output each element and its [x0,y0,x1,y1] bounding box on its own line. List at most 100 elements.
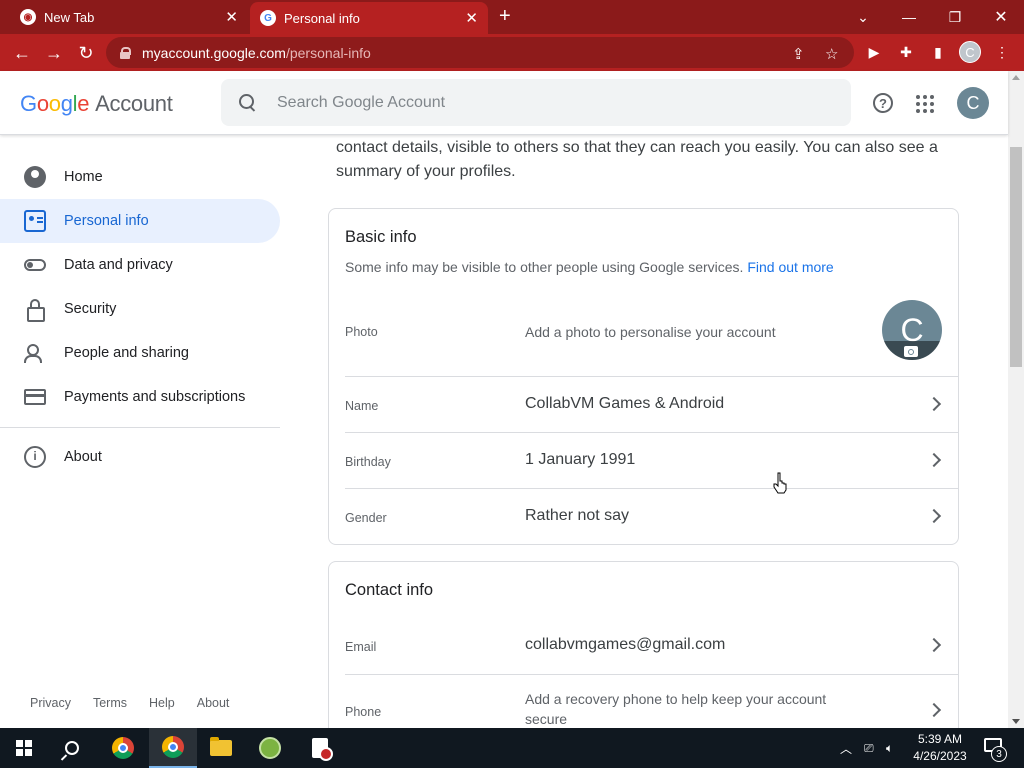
name-row[interactable]: Name CollabVM Games & Android [345,376,959,432]
birthday-row[interactable]: Birthday 1 January 1991 [345,432,959,488]
row-value: 1 January 1991 [525,451,636,468]
network-icon[interactable]: ⎚ [864,728,874,768]
account-circle-icon [24,166,46,188]
google-favicon-icon: G [260,10,276,26]
new-tab-button[interactable]: + [499,6,511,26]
sidebar-item-data-and-privacy[interactable]: Data and privacy [0,243,280,287]
forward-button[interactable]: → [42,41,66,65]
taskbar-search-button[interactable] [48,728,96,768]
address-bar[interactable]: myaccount.google.com/personal-info ⇪ ☆ [106,37,854,68]
row-value: CollabVM Games & Android [525,395,725,412]
taskbar: ︿ ⎚ 🔈︎ 5:39 AM 4/26/2023 3 [0,728,1024,768]
lock-icon [24,298,46,322]
sidebar-divider [0,427,280,428]
hand-cursor-icon [773,472,787,494]
search-icon[interactable] [239,93,257,112]
side-panel-icon[interactable]: ▮ [928,42,948,62]
tab-personal-info[interactable]: G Personal info ✕ [250,2,488,34]
close-window-button[interactable]: ✕ [978,0,1024,34]
taskbar-app-document[interactable] [296,728,344,768]
credit-card-icon [24,389,46,405]
footer-link-help[interactable]: Help [149,696,175,710]
person-card-icon [24,210,46,232]
reload-button[interactable]: ↻ [74,41,98,65]
search-input[interactable] [277,93,797,112]
profile-photo-avatar[interactable]: C [882,300,942,360]
tab-search-chevron-icon[interactable]: ⌄ [840,0,886,34]
volume-icon[interactable]: 🔈︎ [886,728,893,768]
chevron-right-icon [926,508,942,524]
back-button[interactable]: ← [10,41,34,65]
taskbar-app-green[interactable] [246,728,294,768]
system-clock[interactable]: 5:39 AM 4/26/2023 [907,731,973,765]
tab-strip: ◉ New Tab ✕ G Personal info ✕ + ⌄ — ❐ ✕ [0,0,1024,34]
row-label: Gender [345,511,387,525]
footer-link-about[interactable]: About [197,696,230,710]
sidebar-item-label: Payments and subscriptions [64,389,246,405]
taskbar-chrome-profile[interactable] [149,728,197,768]
find-out-more-link[interactable]: Find out more [747,259,833,275]
footer-link-privacy[interactable]: Privacy [30,696,71,710]
account-avatar[interactable]: C [957,87,989,119]
row-label: Birthday [345,455,391,469]
scrollbar-thumb[interactable] [1010,147,1022,367]
chrome-icon [112,737,134,759]
account-header: GoogleAccount ? C [0,71,1008,135]
footer-link-terms[interactable]: Terms [93,696,127,710]
row-value: Add a photo to personalise your account [525,324,776,340]
card-title: Basic info [345,228,417,246]
camera-icon [904,346,918,357]
people-icon [24,342,46,364]
sidebar-item-people-and-sharing[interactable]: People and sharing [0,331,280,375]
restore-button[interactable]: ❐ [932,0,978,34]
google-account-logo[interactable]: Google Account [20,91,173,117]
chevron-right-icon [926,452,942,468]
share-icon[interactable]: ⇪ [792,45,805,63]
sidebar-item-about[interactable]: About [0,435,280,479]
taskbar-chrome[interactable] [99,728,147,768]
email-row[interactable]: Email collabvmgames@gmail.com [345,618,959,674]
photo-row[interactable]: Photo Add a photo to personalise your ac… [345,293,959,377]
notification-badge: 3 [991,746,1007,762]
taskbar-file-explorer[interactable] [197,728,245,768]
bookmark-star-icon[interactable]: ☆ [825,45,838,63]
tray-chevron-icon[interactable]: ︿ [840,728,852,768]
minimize-button[interactable]: — [886,0,932,34]
row-label: Name [345,399,379,413]
close-tab-icon[interactable]: ✕ [225,8,238,26]
chevron-right-icon [926,637,942,653]
sidebar-item-home[interactable]: Home [0,155,280,199]
search-box[interactable] [221,79,851,126]
tab-title: New Tab [44,9,95,25]
page-scrollbar[interactable] [1008,71,1024,728]
close-tab-icon[interactable]: ✕ [465,9,478,27]
sidebar-item-label: Data and privacy [64,257,173,273]
extension-youtube-icon[interactable]: ▶ [864,42,884,62]
extensions-puzzle-icon[interactable]: ✚ [896,42,916,62]
phone-row[interactable]: Phone Add a recovery phone to help keep … [345,674,959,734]
sidebar-item-label: Security [64,301,117,317]
google-apps-icon[interactable] [916,95,934,113]
browser-profile-avatar[interactable]: C [959,41,981,63]
row-label: Photo [345,325,378,339]
tab-new-tab[interactable]: ◉ New Tab ✕ [0,0,248,34]
scroll-down-arrow-icon[interactable] [1012,719,1020,724]
sidebar-item-security[interactable]: Security [0,287,280,331]
start-button[interactable] [0,728,48,768]
scroll-up-arrow-icon[interactable] [1012,75,1020,80]
sidebar-item-payments[interactable]: Payments and subscriptions [0,375,280,419]
gender-row[interactable]: Gender Rather not say [345,488,959,544]
row-value: Add a recovery phone to help keep your a… [525,691,827,727]
document-app-icon [312,738,333,761]
folder-icon [210,737,232,756]
help-icon[interactable]: ? [873,93,893,113]
row-value: collabvmgames@gmail.com [525,636,726,653]
footer-links: Privacy Terms Help About [30,696,229,710]
sidebar-item-personal-info[interactable]: Personal info [0,199,280,243]
card-subtitle: Some info may be visible to other people… [345,259,834,275]
sidebar-item-label: Personal info [64,213,149,229]
chrome-menu-icon[interactable]: ⋮ [992,42,1012,62]
chevron-right-icon [926,396,942,412]
green-app-icon [259,737,281,759]
row-label: Phone [345,705,382,719]
